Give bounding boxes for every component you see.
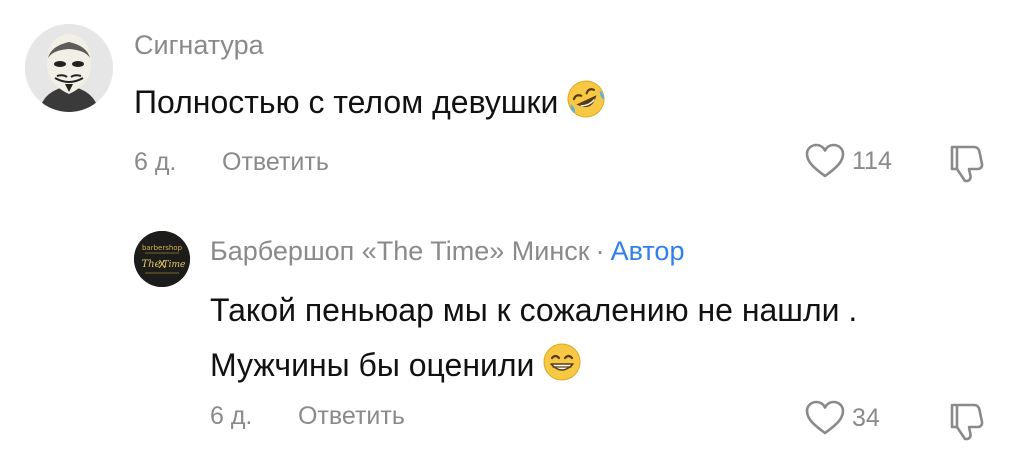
author-separator: · (595, 236, 605, 266)
like-count: 34 (852, 404, 880, 432)
comment-text-line: Такой пеньюар мы к сожалению не нашли . (210, 292, 858, 328)
comment-timestamp: 6 д. (134, 148, 177, 176)
avatar-logo-text: barbershop (142, 244, 183, 252)
avatar[interactable] (25, 24, 113, 112)
comment-author-name[interactable]: Сигнатура (134, 30, 264, 60)
comment-text-content: Мужчины бы оценили (210, 347, 535, 383)
comment-author-name[interactable]: Барбершоп «The Time» Минск (210, 236, 590, 266)
reply-button[interactable]: Ответить (298, 401, 405, 431)
comment-timestamp: 6 д. (210, 402, 253, 430)
avatar[interactable]: barbershop The X Time (134, 231, 190, 287)
comment-author-line: Сигнатура (134, 29, 264, 61)
dislike-button[interactable] (944, 399, 988, 443)
reply-button[interactable]: Ответить (222, 147, 329, 177)
rolling-on-floor-laughing-emoji-icon (566, 79, 606, 119)
author-badge: Автор (610, 236, 685, 266)
reply-comment-item: barbershop The X Time Барбершоп «The Tim… (0, 205, 1024, 465)
comment-item: Сигнатура Полностью с телом девушки 6 д.… (0, 0, 1024, 205)
thumbs-down-outline-icon (944, 399, 988, 443)
comment-text: Такой пеньюар мы к сожалению не нашли . … (210, 283, 857, 393)
comment-author-line: Барбершоп «The Time» Минск · Автор (210, 235, 684, 267)
heart-outline-icon (804, 142, 846, 180)
comment-text-line: Мужчины бы оценили (210, 338, 857, 393)
barbershop-logo-avatar-image: barbershop The X Time (134, 231, 190, 287)
comment-text-content: Полностью с телом девушки (134, 84, 559, 120)
guy-fawkes-mask-avatar-image (25, 24, 113, 112)
like-button[interactable]: 114 (804, 142, 892, 180)
comment-text-line: Полностью с телом девушки (134, 75, 606, 130)
grinning-face-emoji-icon (542, 342, 582, 382)
avatar-logo-text: Time (163, 260, 186, 270)
dislike-button[interactable] (944, 141, 988, 185)
heart-outline-icon (804, 399, 846, 437)
like-count: 114 (852, 147, 892, 175)
thumbs-down-outline-icon (944, 141, 988, 185)
comment-text: Полностью с телом девушки (134, 75, 606, 130)
like-button[interactable]: 34 (804, 399, 880, 437)
